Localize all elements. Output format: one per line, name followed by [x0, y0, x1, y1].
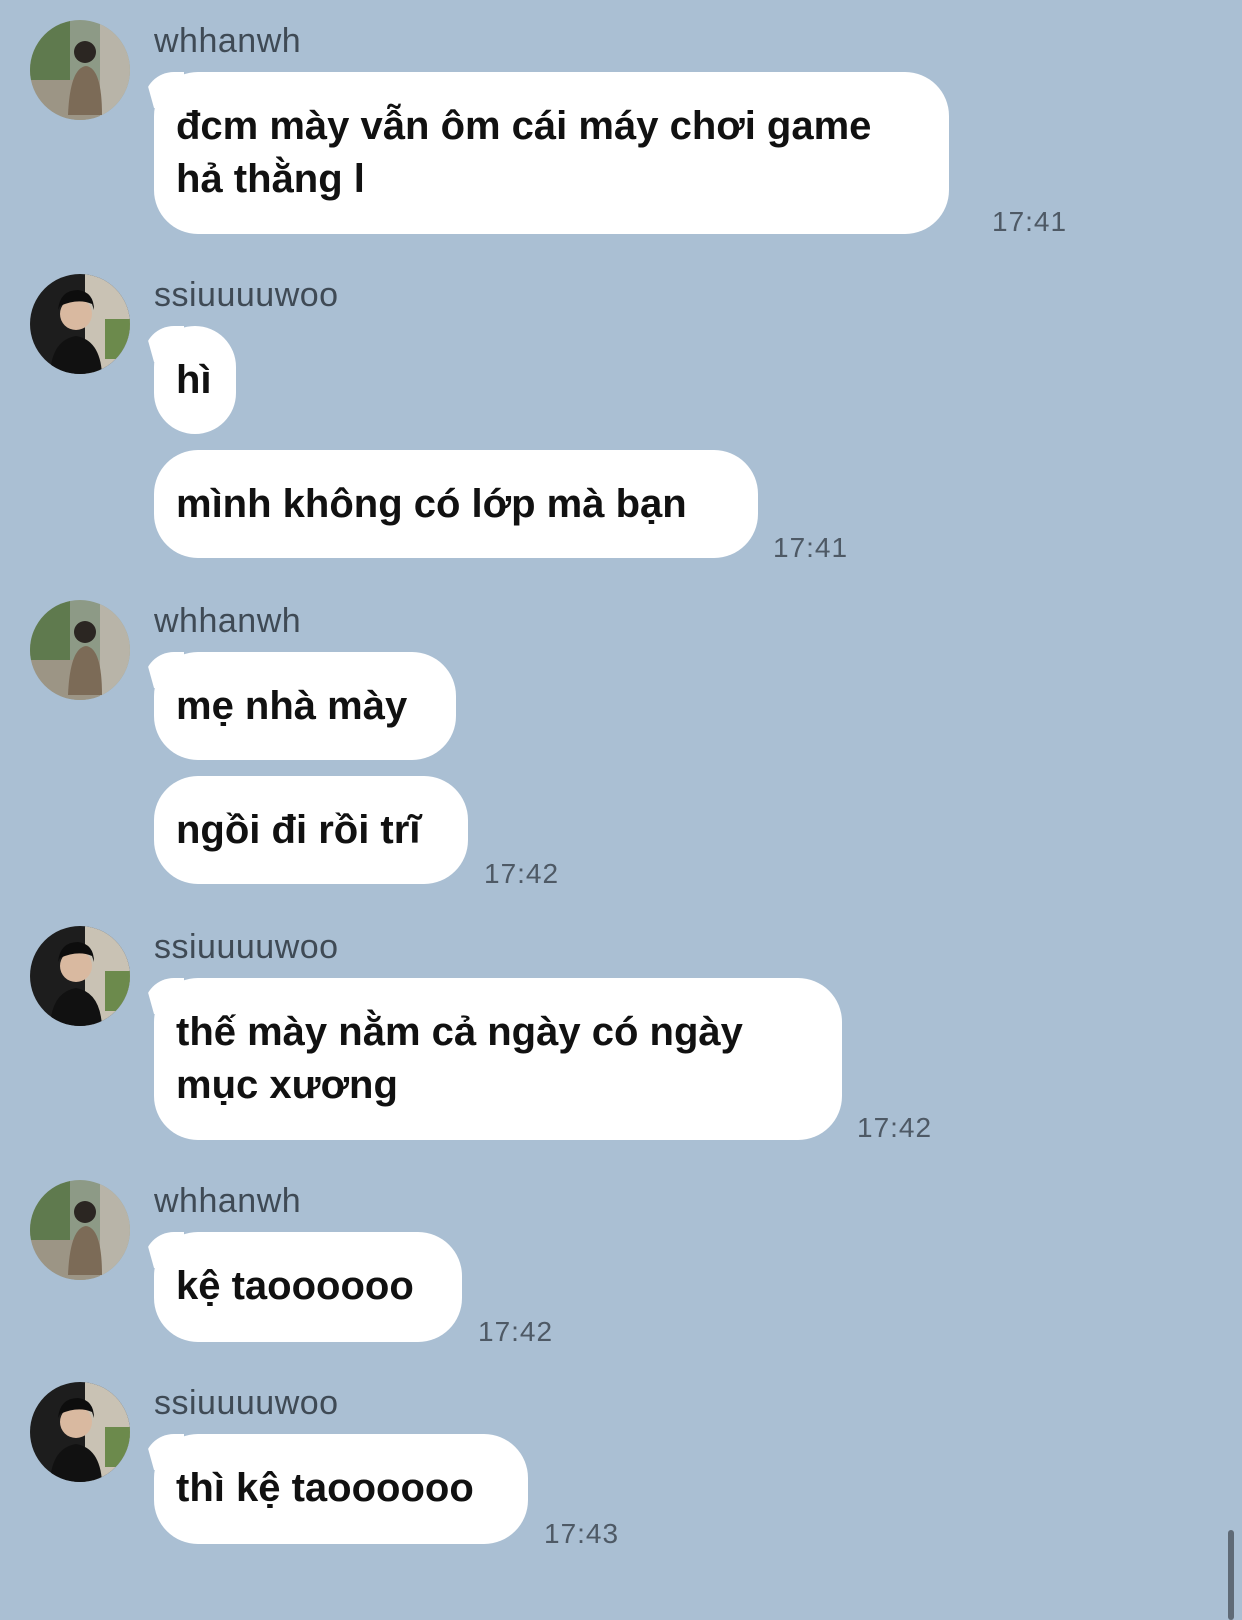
user-avatar-ssiuuuuwoo-icon[interactable]: [30, 274, 130, 374]
message-timestamp: 17:42: [484, 858, 560, 889]
message-timestamp: 17:41: [773, 532, 849, 563]
sender-name: whhanwh: [154, 1182, 302, 1220]
message-timestamp: 17:41: [992, 206, 1068, 237]
sender-name: ssiuuuuwoo: [154, 276, 339, 314]
user-avatar-whhanwh-icon[interactable]: [30, 600, 130, 700]
message-timestamp: 17:42: [857, 1112, 933, 1143]
sender-name: whhanwh: [154, 602, 302, 640]
user-avatar-ssiuuuuwoo-icon[interactable]: [30, 926, 130, 1026]
user-avatar-ssiuuuuwoo-icon[interactable]: [30, 1382, 130, 1482]
chat-message-list[interactable]: whhanwh đcm mày vẫn ôm cái máy chơi game…: [0, 0, 1242, 1620]
message-bubble[interactable]: thì kệ taoooooo: [154, 1434, 528, 1544]
message-bubble[interactable]: ngồi đi rồi trĩ: [154, 776, 468, 884]
message-bubble[interactable]: mẹ nhà mày: [154, 652, 456, 760]
message-bubble[interactable]: thế mày nằm cả ngày có ngày mục xương: [154, 978, 842, 1140]
message-timestamp: 17:43: [544, 1518, 620, 1549]
sender-name: ssiuuuuwoo: [154, 1384, 339, 1422]
message-bubble[interactable]: kệ taoooooo: [154, 1232, 462, 1342]
message-bubble[interactable]: đcm mày vẫn ôm cái máy chơi game hả thằn…: [154, 72, 949, 234]
message-bubble[interactable]: mình không có lớp mà bạn: [154, 450, 758, 558]
message-timestamp: 17:42: [478, 1316, 554, 1347]
sender-name: ssiuuuuwoo: [154, 928, 339, 966]
sender-name: whhanwh: [154, 22, 302, 60]
user-avatar-whhanwh-icon[interactable]: [30, 20, 130, 120]
scrollbar[interactable]: [1228, 1530, 1234, 1620]
message-bubble[interactable]: hì: [154, 326, 236, 434]
user-avatar-whhanwh-icon[interactable]: [30, 1180, 130, 1280]
